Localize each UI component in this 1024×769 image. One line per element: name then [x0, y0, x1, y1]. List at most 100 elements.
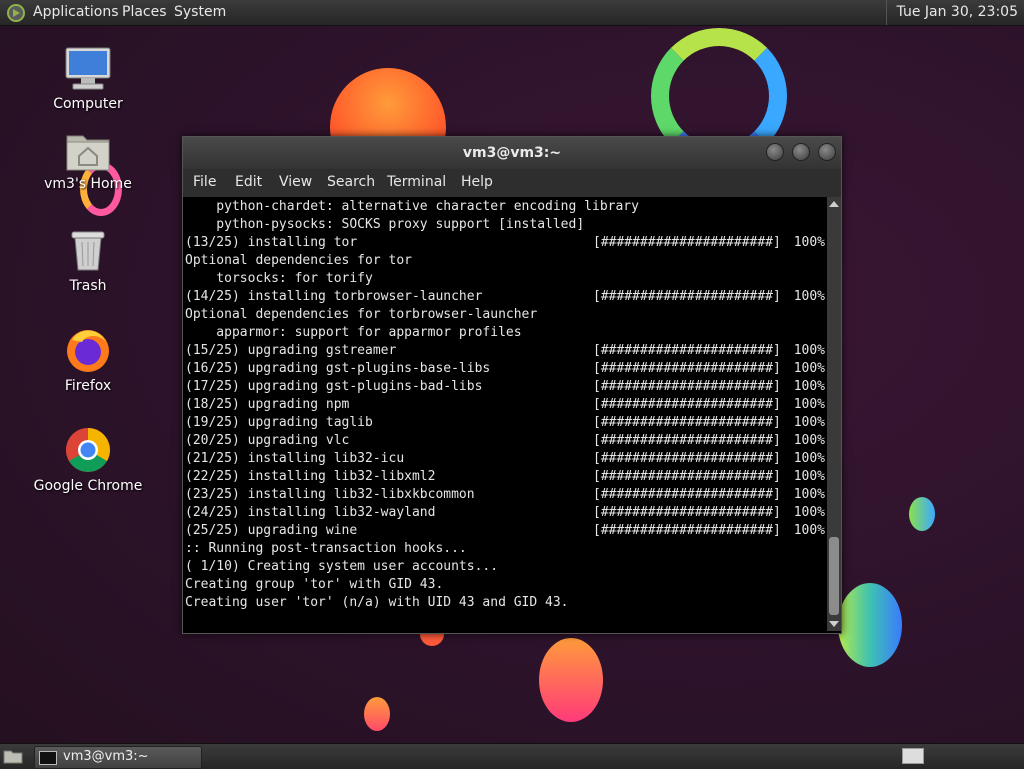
terminal-line-package: (16/25) upgrading gst-plugins-base-libs	[185, 361, 491, 376]
terminal-line: torsocks: for torify	[185, 271, 373, 286]
terminal-line-progress: [######################]	[593, 487, 781, 502]
terminal-line-percent: 100%	[793, 361, 825, 376]
chrome-icon	[66, 428, 110, 472]
home-folder-icon	[66, 135, 110, 171]
minimize-button[interactable]	[766, 143, 784, 161]
terminal-line: ( 1/10) Creating system user accounts...	[185, 559, 499, 574]
terminal-line-package: (17/25) upgrading gst-plugins-bad-libs	[185, 379, 483, 394]
wallpaper-blue-blob	[909, 497, 935, 531]
menu-system[interactable]: System	[174, 4, 226, 20]
menu-view[interactable]: View	[279, 174, 312, 190]
menu-applications[interactable]: Applications	[33, 4, 119, 20]
terminal-line-percent: 100%	[793, 379, 825, 394]
terminal-scrollbar[interactable]	[827, 197, 841, 631]
terminal-line-progress: [######################]	[593, 361, 781, 376]
computer-icon	[65, 47, 111, 90]
terminal-line-progress: [######################]	[593, 523, 781, 538]
terminal-line-package: (21/25) installing lib32-icu	[185, 451, 405, 466]
menu-file[interactable]: File	[193, 174, 216, 190]
terminal-menubar: File Edit View Search Terminal Help	[183, 169, 841, 197]
top-panel: Applications Places System Tue Jan 30, 2…	[0, 0, 1024, 26]
terminal-line-package: (25/25) upgrading wine	[185, 523, 358, 538]
scroll-up-icon[interactable]	[829, 201, 839, 207]
terminal-line-progress: [######################]	[593, 397, 781, 412]
terminal-line-progress: [######################]	[593, 289, 781, 304]
terminal-line-package: (24/25) installing lib32-wayland	[185, 505, 436, 520]
taskbar-button-label: vm3@vm3:~	[63, 749, 149, 764]
terminal-line: (16/25) upgrading gst-plugins-base-libs […	[185, 360, 825, 378]
maximize-button[interactable]	[792, 143, 810, 161]
mate-logo-icon[interactable]	[6, 3, 26, 23]
terminal-line: (25/25) upgrading wine [#################…	[185, 522, 825, 540]
desktop-icon-trash[interactable]: Trash	[28, 228, 148, 294]
desktop-icon-home[interactable]: vm3's Home	[28, 130, 148, 192]
terminal-line-progress: [######################]	[593, 235, 781, 250]
window-titlebar[interactable]: vm3@vm3:~	[183, 137, 841, 169]
bottom-panel: vm3@vm3:~	[0, 743, 1024, 769]
desktop-icon-label: Google Chrome	[33, 478, 143, 494]
terminal-window: vm3@vm3:~ File Edit View Search Terminal…	[182, 136, 842, 634]
terminal-line-package: (14/25) installing torbrowser-launcher	[185, 289, 483, 304]
terminal-line-progress: [######################]	[593, 505, 781, 520]
terminal-line-percent: 100%	[793, 487, 825, 502]
terminal-line: (24/25) installing lib32-wayland [#######…	[185, 504, 825, 522]
desktop-icon-chrome[interactable]: Google Chrome	[28, 426, 148, 494]
taskbar-terminal-button[interactable]: vm3@vm3:~	[34, 746, 202, 769]
terminal-line-progress: [######################]	[593, 433, 781, 448]
window-title: vm3@vm3:~	[462, 145, 562, 161]
terminal-line: Creating user 'tor' (n/a) with UID 43 an…	[185, 595, 569, 610]
workspace-switcher[interactable]	[902, 748, 924, 764]
terminal-line-percent: 100%	[793, 451, 825, 466]
desktop-icon-computer[interactable]: Computer	[28, 46, 148, 112]
wallpaper-small-orange	[364, 697, 390, 731]
menu-help[interactable]: Help	[461, 174, 493, 190]
terminal-output[interactable]: python-chardet: alternative character en…	[185, 198, 825, 630]
terminal-line-package: (22/25) installing lib32-libxml2	[185, 469, 436, 484]
terminal-line: (15/25) upgrading gstreamer [############…	[185, 342, 825, 360]
terminal-line: Creating group 'tor' with GID 43.	[185, 577, 444, 592]
terminal-line-percent: 100%	[793, 289, 825, 304]
desktop-icon-label: Computer	[53, 96, 123, 112]
clock[interactable]: Tue Jan 30, 23:05	[885, 0, 1024, 25]
terminal-line-percent: 100%	[793, 397, 825, 412]
terminal-line-package: (13/25) installing tor	[185, 235, 358, 250]
terminal-line-percent: 100%	[793, 415, 825, 430]
terminal-icon	[39, 751, 57, 765]
terminal-line: (21/25) installing lib32-icu [###########…	[185, 450, 825, 468]
show-desktop-icon[interactable]	[3, 748, 23, 764]
terminal-line: (20/25) upgrading vlc [##################…	[185, 432, 825, 450]
menu-terminal[interactable]: Terminal	[387, 174, 446, 190]
scroll-down-icon[interactable]	[829, 621, 839, 627]
firefox-icon	[67, 330, 109, 372]
menu-search[interactable]: Search	[327, 174, 375, 190]
terminal-line-percent: 100%	[793, 505, 825, 520]
wallpaper-pink-blob	[539, 638, 603, 722]
terminal-line: (18/25) upgrading npm [##################…	[185, 396, 825, 414]
terminal-line: (17/25) upgrading gst-plugins-bad-libs [#…	[185, 378, 825, 396]
terminal-line-progress: [######################]	[593, 451, 781, 466]
terminal-line-progress: [######################]	[593, 379, 781, 394]
terminal-line-package: (20/25) upgrading vlc	[185, 433, 350, 448]
desktop-icon-firefox[interactable]: Firefox	[28, 326, 148, 394]
terminal-line: apparmor: support for apparmor profiles	[185, 325, 522, 340]
terminal-line: (14/25) installing torbrowser-launcher [#…	[185, 288, 825, 306]
terminal-line: Optional dependencies for torbrowser-lau…	[185, 307, 538, 322]
terminal-line: (22/25) installing lib32-libxml2 [#######…	[185, 468, 825, 486]
terminal-line-percent: 100%	[793, 469, 825, 484]
terminal-line-progress: [######################]	[593, 415, 781, 430]
trash-icon	[71, 231, 105, 271]
terminal-line: (23/25) installing lib32-libxkbcommon [##…	[185, 486, 825, 504]
terminal-line-percent: 100%	[793, 523, 825, 538]
terminal-line: :: Running post-transaction hooks...	[185, 541, 467, 556]
terminal-line: python-pysocks: SOCKS proxy support [ins…	[185, 217, 585, 232]
terminal-line: (13/25) installing tor [#################…	[185, 234, 825, 252]
terminal-line-package: (15/25) upgrading gstreamer	[185, 343, 397, 358]
scrollbar-thumb[interactable]	[829, 537, 839, 615]
terminal-line: python-chardet: alternative character en…	[185, 199, 639, 214]
close-button[interactable]	[818, 143, 836, 161]
terminal-line-percent: 100%	[793, 433, 825, 448]
menu-edit[interactable]: Edit	[235, 174, 262, 190]
menu-places[interactable]: Places	[122, 4, 167, 20]
terminal-line: (19/25) upgrading taglib [###############…	[185, 414, 825, 432]
desktop-icon-label: vm3's Home	[44, 176, 132, 192]
